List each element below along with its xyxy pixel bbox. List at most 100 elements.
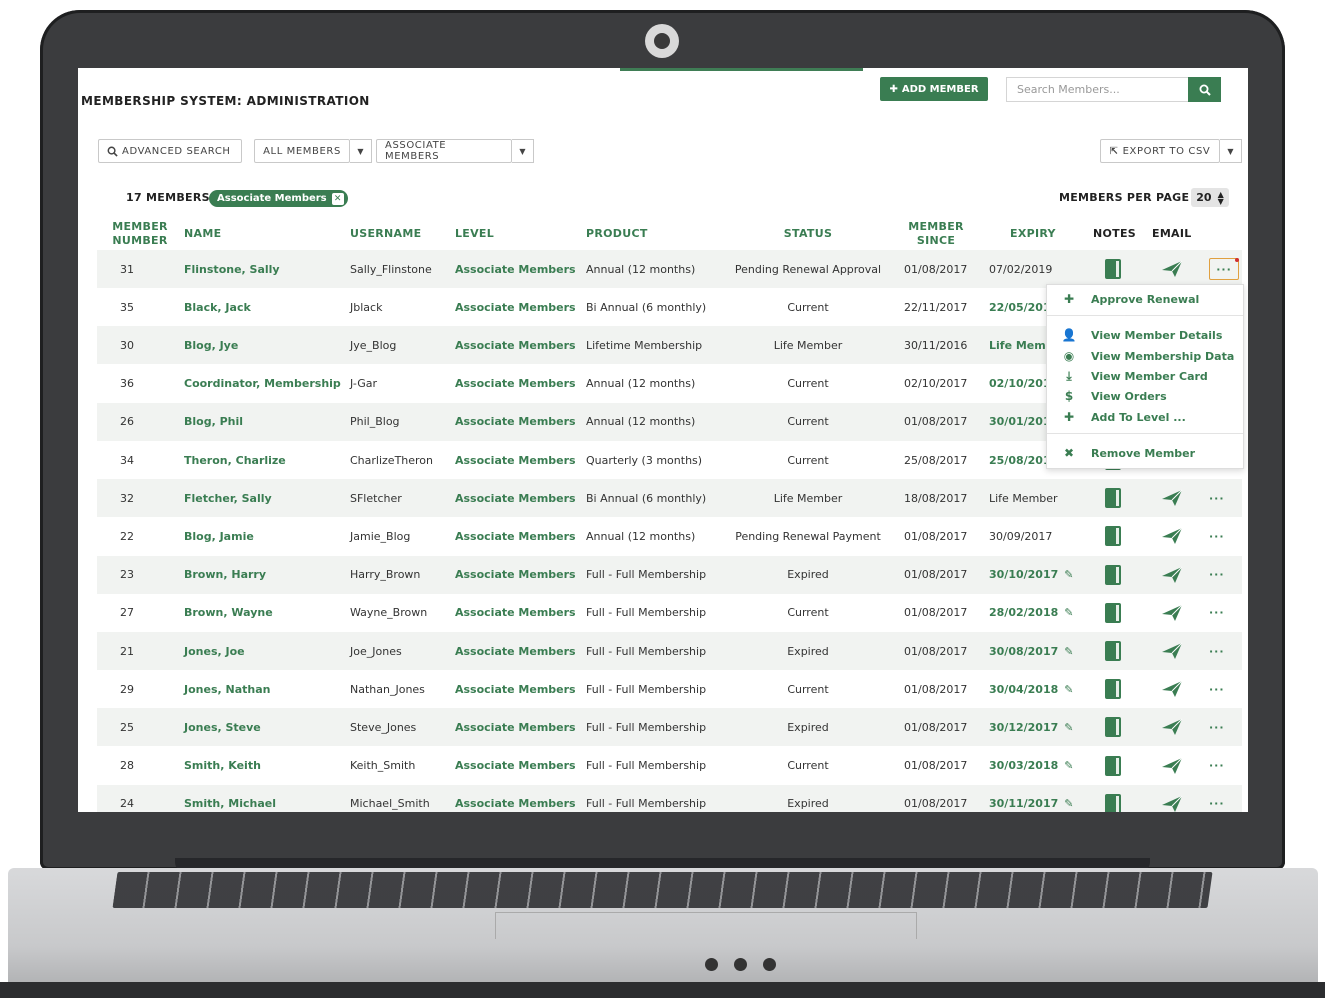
member-name-link[interactable]: Jones, Steve [184, 708, 261, 746]
more-options-icon[interactable]: ··· [1209, 606, 1225, 619]
level-link[interactable]: Associate Members [455, 632, 576, 670]
col-status[interactable]: STATUS [728, 218, 888, 250]
export-csv-button[interactable]: ⇱ EXPORT TO CSV [1100, 139, 1220, 163]
notes-cell[interactable] [1105, 517, 1121, 555]
member-name-link[interactable]: Blog, Phil [184, 403, 243, 441]
member-name-link[interactable]: Smith, Michael [184, 785, 276, 812]
member-name-link[interactable]: Brown, Wayne [184, 594, 273, 632]
search-button[interactable] [1188, 77, 1221, 102]
expiry-cell[interactable]: 22/05/201 [989, 288, 1051, 326]
level-link[interactable]: Associate Members [455, 594, 576, 632]
level-link[interactable]: Associate Members [455, 250, 576, 288]
expiry-cell[interactable]: 30/01/201 [989, 403, 1051, 441]
member-name-link[interactable]: Theron, Charlize [184, 441, 286, 479]
menu-view-membership-data[interactable]: ◉ View Membership Data [1047, 346, 1243, 366]
menu-view-member-details[interactable]: 👤 View Member Details [1047, 325, 1243, 345]
more-options-icon[interactable]: ··· [1209, 258, 1239, 280]
notes-cell[interactable] [1105, 556, 1121, 594]
member-name-link[interactable]: Blog, Jamie [184, 517, 254, 555]
level-link[interactable]: Associate Members [455, 670, 576, 708]
col-level[interactable]: LEVEL [455, 218, 494, 250]
menu-add-to-level[interactable]: ✚ Add To Level ... [1047, 407, 1243, 427]
expiry-cell[interactable]: 30/10/2017 ✎ [989, 556, 1073, 594]
advanced-search-button[interactable]: ADVANCED SEARCH [98, 139, 242, 163]
remove-filter-icon[interactable]: ✕ [331, 192, 344, 205]
more-options-icon[interactable]: ··· [1209, 568, 1225, 581]
search-input[interactable]: Search Members... [1006, 77, 1188, 102]
member-name-link[interactable]: Black, Jack [184, 288, 251, 326]
member-name-link[interactable]: Fletcher, Sally [184, 479, 272, 517]
all-members-dropdown[interactable]: ▼ [350, 139, 372, 163]
expiry-cell[interactable]: 30/11/2017 ✎ [989, 785, 1073, 812]
member-name-link[interactable]: Jones, Joe [184, 632, 245, 670]
edit-icon[interactable]: ✎ [1064, 759, 1073, 772]
notes-cell[interactable] [1105, 632, 1121, 670]
col-expiry[interactable]: EXPIRY [1010, 218, 1056, 250]
notes-cell[interactable] [1105, 594, 1121, 632]
email-cell[interactable] [1161, 250, 1183, 288]
more-options-icon[interactable]: ··· [1209, 683, 1225, 696]
per-page-select[interactable]: 20 ▲ ▼ [1191, 188, 1229, 207]
col-product[interactable]: PRODUCT [586, 218, 648, 250]
notes-cell[interactable] [1105, 250, 1121, 288]
expiry-cell[interactable]: 30/03/2018 ✎ [989, 747, 1073, 785]
email-cell[interactable] [1161, 517, 1183, 555]
level-link[interactable]: Associate Members [455, 747, 576, 785]
col-member-since[interactable]: MEMBER SINCE [904, 218, 968, 250]
edit-icon[interactable]: ✎ [1064, 568, 1073, 581]
level-link[interactable]: Associate Members [455, 708, 576, 746]
email-cell[interactable] [1161, 594, 1183, 632]
carousel-dot[interactable] [734, 958, 747, 971]
col-member-number[interactable]: MEMBER NUMBER [108, 218, 172, 250]
expiry-cell[interactable]: 30/12/2017 ✎ [989, 708, 1073, 746]
more-options-icon[interactable]: ··· [1209, 645, 1225, 658]
level-link[interactable]: Associate Members [455, 326, 576, 364]
expiry-cell[interactable]: 30/08/2017 ✎ [989, 632, 1073, 670]
level-link[interactable]: Associate Members [455, 556, 576, 594]
carousel-dot[interactable] [763, 958, 776, 971]
edit-icon[interactable]: ✎ [1064, 683, 1073, 696]
email-cell[interactable] [1161, 670, 1183, 708]
menu-remove-member[interactable]: ✖ Remove Member [1047, 443, 1243, 463]
edit-icon[interactable]: ✎ [1064, 606, 1073, 619]
edit-icon[interactable]: ✎ [1064, 721, 1073, 734]
export-dropdown[interactable]: ▼ [1220, 139, 1242, 163]
level-link[interactable]: Associate Members [455, 365, 576, 403]
more-options-icon[interactable]: ··· [1209, 797, 1225, 810]
member-name-link[interactable]: Coordinator, Membership [184, 365, 341, 403]
level-link[interactable]: Associate Members [455, 479, 576, 517]
associate-members-button[interactable]: ASSOCIATE MEMBERS [376, 139, 512, 163]
level-link[interactable]: Associate Members [455, 517, 576, 555]
level-link[interactable]: Associate Members [455, 441, 576, 479]
expiry-cell[interactable]: Life Memb [989, 326, 1054, 364]
email-cell[interactable] [1161, 632, 1183, 670]
add-member-button[interactable]: ✚ ADD MEMBER [880, 77, 988, 101]
carousel-dot[interactable] [705, 958, 718, 971]
edit-icon[interactable]: ✎ [1064, 797, 1073, 810]
level-link[interactable]: Associate Members [455, 288, 576, 326]
more-options-icon[interactable]: ··· [1209, 530, 1225, 543]
menu-approve-renewal[interactable]: ✚ Approve Renewal [1047, 289, 1243, 309]
email-cell[interactable] [1161, 556, 1183, 594]
all-members-button[interactable]: ALL MEMBERS [254, 139, 350, 163]
more-options-icon[interactable]: ··· [1209, 759, 1225, 772]
more-options-icon[interactable]: ··· [1209, 721, 1225, 734]
member-name-link[interactable]: Flinstone, Sally [184, 250, 280, 288]
member-name-link[interactable]: Brown, Harry [184, 556, 266, 594]
expiry-cell[interactable]: 02/10/201 [989, 365, 1051, 403]
email-cell[interactable] [1161, 479, 1183, 517]
expiry-cell[interactable]: 28/02/2018 ✎ [989, 594, 1073, 632]
notes-cell[interactable] [1105, 785, 1121, 812]
expiry-cell[interactable]: 25/08/201 [989, 441, 1051, 479]
level-link[interactable]: Associate Members [455, 785, 576, 812]
notes-cell[interactable] [1105, 747, 1121, 785]
notes-cell[interactable] [1105, 479, 1121, 517]
email-cell[interactable] [1161, 747, 1183, 785]
email-cell[interactable] [1161, 785, 1183, 812]
associate-members-dropdown[interactable]: ▼ [512, 139, 534, 163]
menu-view-orders[interactable]: $ View Orders [1047, 386, 1243, 406]
member-name-link[interactable]: Blog, Jye [184, 326, 238, 364]
expiry-cell[interactable]: 30/04/2018 ✎ [989, 670, 1073, 708]
notes-cell[interactable] [1105, 670, 1121, 708]
email-cell[interactable] [1161, 708, 1183, 746]
